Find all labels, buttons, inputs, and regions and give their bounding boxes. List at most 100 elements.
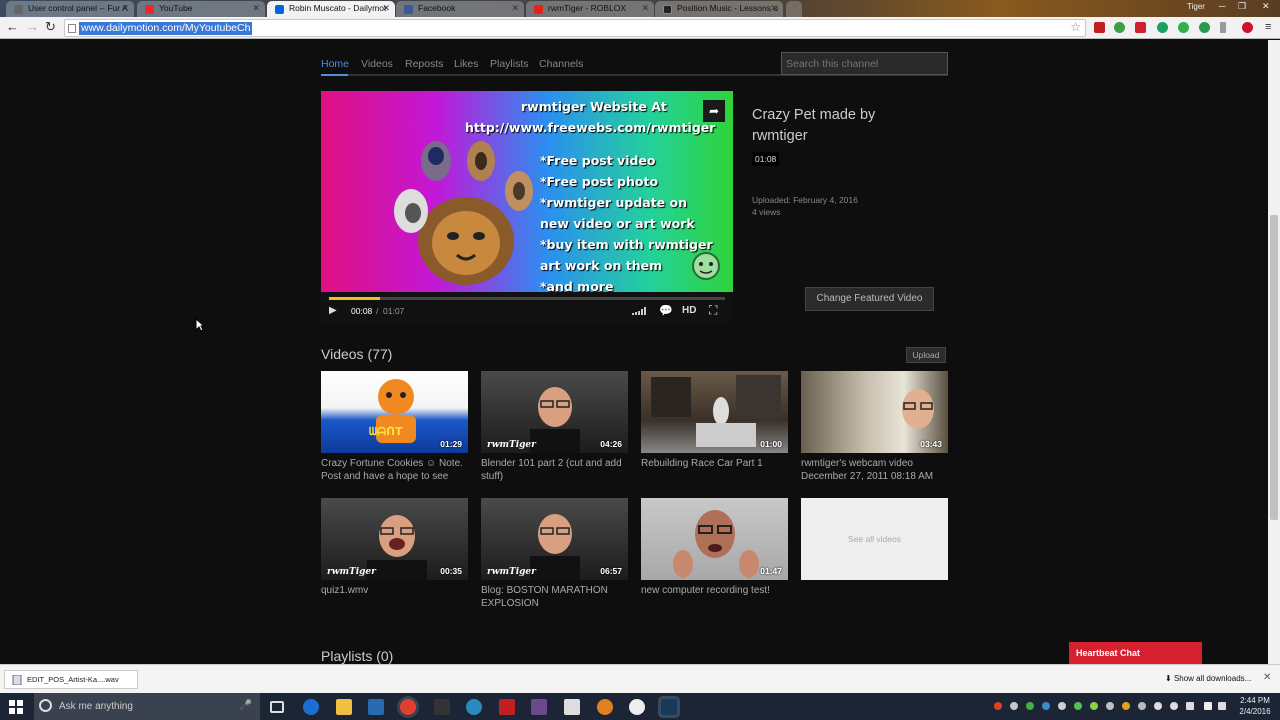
video-thumbnail[interactable]: rwmTiger 04:26 (481, 371, 628, 453)
close-window-icon[interactable]: ✕ (1262, 1, 1270, 12)
tray-icon[interactable] (1074, 702, 1082, 710)
play-icon[interactable]: ▶ (329, 305, 337, 316)
bookmark-star-icon[interactable]: ☆ (1070, 20, 1081, 34)
share-icon[interactable]: ➦ (703, 100, 725, 122)
video-title[interactable]: rwmtiger's webcam video December 27, 201… (801, 457, 948, 483)
video-progress-bar[interactable] (329, 297, 725, 300)
close-icon[interactable]: ✕ (252, 3, 260, 14)
steam-icon[interactable] (661, 699, 677, 715)
url-field[interactable]: www.dailymotion.com/MyYoutubeCh ☆ (64, 19, 1086, 37)
extension-icon[interactable] (1157, 22, 1168, 33)
video-title[interactable]: new computer recording test! (641, 584, 788, 597)
close-icon[interactable]: ✕ (511, 3, 519, 14)
profile-name[interactable]: Tiger (1187, 2, 1205, 11)
tray-icon[interactable] (1058, 702, 1066, 710)
video-card[interactable]: 01:00 Rebuilding Race Car Part 1 (641, 371, 788, 470)
channel-search-input[interactable] (781, 52, 948, 75)
volume-tray-icon[interactable] (1154, 702, 1162, 710)
extension-icon[interactable] (1135, 22, 1146, 33)
tray-icon[interactable] (1106, 702, 1114, 710)
cortana-search-box[interactable]: Ask me anything 🎤 (34, 693, 260, 720)
blender-icon[interactable] (597, 699, 613, 715)
app-icon[interactable] (531, 699, 547, 715)
new-tab-button[interactable] (786, 1, 802, 17)
scrollbar-thumb[interactable] (1270, 215, 1278, 520)
extension-icon[interactable] (1094, 22, 1105, 33)
video-title[interactable]: Blender 101 part 2 (cut and add stuff) (481, 457, 628, 483)
forward-icon[interactable]: → (26, 20, 39, 34)
tray-icon[interactable] (1010, 702, 1018, 710)
windows-start-icon[interactable] (9, 700, 23, 714)
see-all-videos-link[interactable]: See all videos (801, 498, 948, 580)
app-icon[interactable] (466, 699, 482, 715)
chrome-icon[interactable] (400, 699, 416, 715)
close-icon[interactable]: ✕ (121, 3, 129, 14)
browser-tab-1[interactable]: YouTube ✕ (137, 1, 265, 17)
tray-icon[interactable] (1122, 702, 1130, 710)
heart-extension-icon[interactable] (1242, 22, 1253, 33)
back-icon[interactable]: ← (6, 20, 19, 34)
url-text[interactable]: www.dailymotion.com/MyYoutubeCh (79, 22, 253, 35)
heartbeat-chat-button[interactable]: Heartbeat Chat (1069, 642, 1202, 664)
system-clock[interactable]: 2:44 PM 2/4/2016 (1235, 695, 1275, 717)
tray-icon[interactable] (1026, 702, 1034, 710)
playlists-heading[interactable]: Playlists (0) (321, 648, 393, 664)
download-item[interactable]: EDIT_POS_Artist-Ka....wav (4, 670, 138, 689)
browser-tab-5[interactable]: Position Music - Lessons o ✕ (655, 1, 783, 17)
video-title[interactable]: Rebuilding Race Car Part 1 (641, 457, 788, 470)
browser-tab-4[interactable]: rwmTiger - ROBLOX ✕ (526, 1, 654, 17)
video-thumbnail[interactable]: ᗯᗩᑎT 01:29 (321, 371, 468, 453)
tab-playlists[interactable]: Playlists (490, 58, 529, 70)
tray-icon[interactable] (1090, 702, 1098, 710)
edge-icon[interactable] (303, 699, 319, 715)
tab-likes[interactable]: Likes (454, 58, 479, 70)
featured-video-player[interactable]: rwmtiger Website At http://www.freewebs.… (321, 91, 733, 322)
mail-icon[interactable] (564, 699, 580, 715)
extension-icon[interactable] (1114, 22, 1125, 33)
video-thumbnail[interactable]: 03:43 (801, 371, 948, 453)
fullscreen-icon[interactable]: ⛶ (709, 303, 717, 318)
close-icon[interactable]: ✕ (1263, 672, 1271, 683)
video-card[interactable]: rwmTiger 04:26 Blender 101 part 2 (cut a… (481, 371, 628, 483)
filezilla-icon[interactable] (499, 699, 515, 715)
browser-tab-2[interactable]: Robin Muscato - Dailymot ✕ (267, 1, 395, 17)
page-scrollbar[interactable] (1268, 40, 1280, 664)
video-thumbnail[interactable]: rwmTiger 00:35 (321, 498, 468, 580)
volume-icon[interactable] (632, 307, 648, 317)
tab-reposts[interactable]: Reposts (405, 58, 444, 70)
hd-toggle[interactable]: HD (682, 305, 696, 316)
close-icon[interactable]: ✕ (641, 3, 649, 14)
video-thumbnail[interactable]: rwmTiger 06:57 (481, 498, 628, 580)
video-title[interactable]: Blog: BOSTON MARATHON EXPLOSION (481, 584, 628, 610)
file-explorer-icon[interactable] (336, 699, 352, 715)
video-title[interactable]: Crazy Fortune Cookies ☺ Note. Post and h… (321, 457, 468, 483)
app-icon[interactable] (434, 699, 450, 715)
videos-heading[interactable]: Videos (77) (321, 346, 392, 362)
upload-button[interactable]: Upload (906, 347, 946, 363)
keyboard-icon[interactable] (1186, 702, 1194, 710)
reload-icon[interactable]: ↻ (45, 20, 56, 34)
change-featured-video-button[interactable]: Change Featured Video (805, 287, 934, 311)
maximize-icon[interactable]: ❐ (1238, 1, 1246, 12)
video-card[interactable]: 01:47 new computer recording test! (641, 498, 788, 597)
network-icon[interactable] (1170, 702, 1178, 710)
tab-channels[interactable]: Channels (539, 58, 583, 70)
featured-video-title[interactable]: Crazy Pet made by rwmtiger (752, 105, 922, 147)
xbox-icon[interactable] (629, 699, 645, 715)
microphone-icon[interactable]: 🎤 (240, 700, 252, 711)
video-card[interactable]: ᗯᗩᑎT 01:29 Crazy Fortune Cookies ☺ Note.… (321, 371, 468, 483)
extension-icon[interactable] (1220, 22, 1226, 33)
store-icon[interactable] (368, 699, 384, 715)
tray-icon[interactable] (1138, 702, 1146, 710)
close-icon[interactable]: ✕ (770, 3, 778, 14)
video-title[interactable]: quiz1.wmv (321, 584, 468, 597)
show-all-downloads-link[interactable]: ⬇ Show all downloads... (1165, 674, 1251, 683)
tray-icon[interactable] (1042, 702, 1050, 710)
video-thumbnail[interactable]: 01:47 (641, 498, 788, 580)
browser-tab-0[interactable]: User control panel -- Fur A ✕ (6, 1, 134, 17)
battery-icon[interactable] (1204, 702, 1212, 710)
minimize-icon[interactable]: ─ (1219, 1, 1225, 11)
tray-icon[interactable] (994, 702, 1002, 710)
task-view-icon[interactable] (270, 701, 284, 713)
video-frame[interactable]: rwmtiger Website At http://www.freewebs.… (321, 91, 733, 292)
